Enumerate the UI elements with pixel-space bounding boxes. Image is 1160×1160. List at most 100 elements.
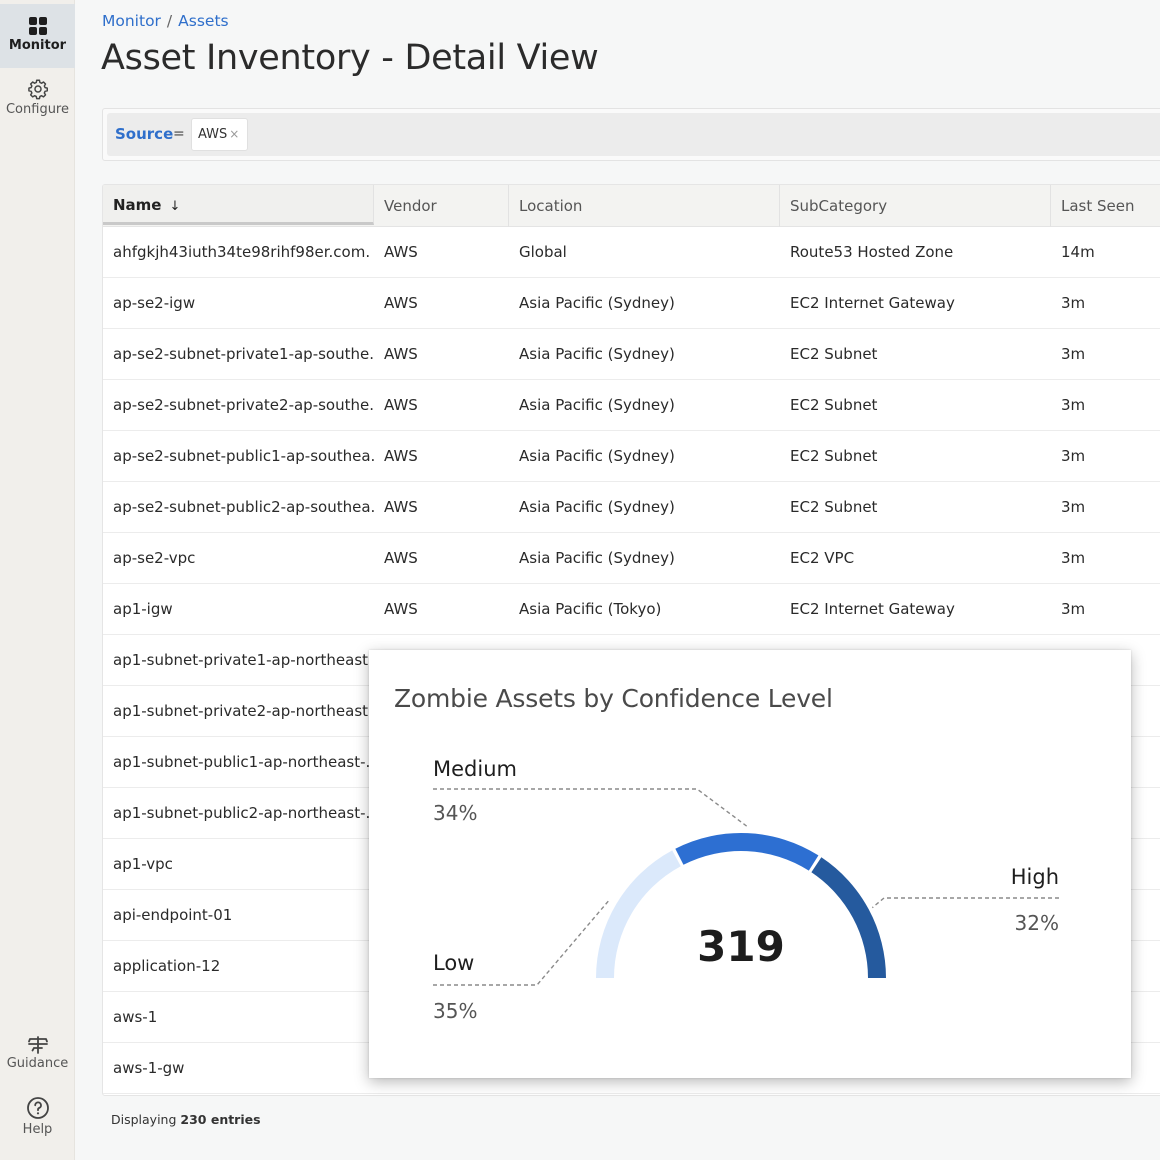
cell-name: ap1-igw bbox=[113, 600, 173, 618]
cell-location: Asia Pacific (Sydney) bbox=[519, 345, 675, 363]
cell-location: Asia Pacific (Tokyo) bbox=[519, 600, 662, 618]
cell-subcategory: Route53 Hosted Zone bbox=[790, 243, 954, 261]
column-header-label: Vendor bbox=[384, 197, 437, 215]
table-row[interactable]: ap-se2-subnet-private1-ap-southe... AWS As… bbox=[103, 329, 1160, 380]
cell-subcategory: EC2 Subnet bbox=[790, 498, 878, 516]
help-circle-icon bbox=[26, 1097, 49, 1119]
legend-label-high: High bbox=[1011, 865, 1059, 889]
cell-location: Asia Pacific (Sydney) bbox=[519, 549, 675, 567]
sidebar-item-label: Monitor bbox=[8, 38, 67, 53]
gear-icon bbox=[27, 79, 48, 100]
filter-container: Source = AWS × bbox=[102, 108, 1160, 161]
cell-location: Asia Pacific (Sydney) bbox=[519, 294, 675, 312]
cell-name: aws-1 bbox=[113, 1008, 158, 1026]
column-header-label: Last Seen bbox=[1061, 197, 1135, 215]
cell-vendor: AWS bbox=[384, 294, 418, 312]
zombie-assets-chart-card: Zombie Assets by Confidence Level Low 35%… bbox=[369, 650, 1131, 1078]
column-header-location[interactable]: Location bbox=[509, 185, 780, 227]
table-row[interactable]: ap1-igw AWS Asia Pacific (Tokyo) EC2 Intern… bbox=[103, 584, 1160, 635]
breadcrumb-link-assets[interactable]: Assets bbox=[178, 12, 228, 30]
footer-prefix: Displaying bbox=[111, 1112, 177, 1127]
cell-last-seen: 3m bbox=[1061, 294, 1086, 312]
grid-icon bbox=[28, 17, 47, 35]
table-row[interactable]: ahfgkjh43iuth34te98rihf98er.com. AWS Globa… bbox=[103, 227, 1160, 278]
cell-name: ap-se2-subnet-public1-ap-southea... bbox=[113, 447, 375, 465]
cell-vendor: AWS bbox=[384, 396, 418, 414]
cell-location: Global bbox=[519, 243, 567, 261]
filter-operator: = bbox=[173, 126, 185, 142]
data-label-high: 32% bbox=[1015, 911, 1059, 935]
cell-last-seen: 3m bbox=[1061, 396, 1086, 414]
cell-name: aws-1-gw bbox=[113, 1059, 185, 1077]
sidebar-item-label: Configure bbox=[5, 102, 69, 117]
column-header-name[interactable]: Name ↓ bbox=[103, 185, 374, 225]
callout-line-medium bbox=[433, 788, 749, 828]
sidebar-item-help[interactable]: Help bbox=[0, 1096, 75, 1142]
table-row[interactable]: ap-se2-vpc AWS Asia Pacific (Sydney) EC2 VP… bbox=[103, 533, 1160, 584]
cell-name: ap-se2-subnet-public2-ap-southea... bbox=[113, 498, 375, 516]
gauge-segment-high[interactable] bbox=[811, 857, 886, 978]
gauge-total-value: 319 bbox=[697, 922, 785, 971]
sidebar-item-monitor[interactable]: Monitor bbox=[0, 4, 75, 68]
breadcrumb-link-monitor[interactable]: Monitor bbox=[102, 12, 161, 30]
column-header-vendor[interactable]: Vendor bbox=[374, 185, 509, 227]
cell-name: ap-se2-subnet-private2-ap-southe... bbox=[113, 396, 375, 414]
cell-subcategory: EC2 Subnet bbox=[790, 396, 878, 414]
cell-name: ap1-subnet-private2-ap-northeast... bbox=[113, 702, 375, 720]
table-row[interactable]: ap-se2-subnet-private2-ap-southe... AWS As… bbox=[103, 380, 1160, 431]
data-label-medium: 34% bbox=[433, 801, 477, 825]
table-row[interactable]: ap-se2-subnet-public1-ap-southea... AWS As… bbox=[103, 431, 1160, 482]
page-title: Asset Inventory - Detail View bbox=[101, 38, 599, 78]
cell-vendor: AWS bbox=[384, 345, 418, 363]
sidebar: Monitor Configure Guidance Help bbox=[0, 0, 75, 1160]
column-header-subcategory[interactable]: SubCategory bbox=[780, 185, 1051, 227]
cell-vendor: AWS bbox=[384, 549, 418, 567]
legend-label-low: Low bbox=[433, 951, 474, 975]
cell-subcategory: EC2 Subnet bbox=[790, 447, 878, 465]
column-header-label: Location bbox=[519, 197, 583, 215]
table-row[interactable]: ap-se2-subnet-public2-ap-southea... AWS As… bbox=[103, 482, 1160, 533]
cell-name: ap1-subnet-public1-ap-northeast-... bbox=[113, 753, 375, 771]
remove-filter-icon[interactable]: × bbox=[229, 127, 239, 141]
gauge-chart: Low 35% Medium 34% High 32% 319 bbox=[433, 757, 1059, 1023]
filter-value: AWS bbox=[198, 127, 228, 142]
cell-name: application-12 bbox=[113, 957, 221, 975]
cell-subcategory: EC2 Subnet bbox=[790, 345, 878, 363]
cell-last-seen: 14m bbox=[1061, 243, 1095, 261]
cell-last-seen: 3m bbox=[1061, 600, 1086, 618]
cell-subcategory: EC2 Internet Gateway bbox=[790, 600, 955, 618]
sidebar-item-label: Guidance bbox=[6, 1056, 69, 1071]
cell-last-seen: 3m bbox=[1061, 549, 1086, 567]
breadcrumb: Monitor / Assets bbox=[102, 12, 229, 30]
filter-key[interactable]: Source bbox=[115, 125, 173, 143]
sort-down-icon[interactable]: ↓ bbox=[169, 199, 180, 214]
sidebar-item-label: Help bbox=[22, 1122, 53, 1137]
cell-name: ap-se2-subnet-private1-ap-southe... bbox=[113, 345, 375, 363]
column-header-last-seen[interactable]: Last Seen bbox=[1051, 185, 1160, 227]
gauge-segment-low[interactable] bbox=[596, 850, 681, 978]
signpost-icon bbox=[27, 1036, 48, 1054]
breadcrumb-separator: / bbox=[166, 12, 173, 30]
callout-line-high bbox=[871, 897, 1059, 909]
filter-chip[interactable]: AWS × bbox=[191, 118, 249, 151]
sidebar-item-guidance[interactable]: Guidance bbox=[0, 1036, 75, 1080]
cell-name: ap1-subnet-private1-ap-northeast... bbox=[113, 651, 375, 669]
cell-location: Asia Pacific (Sydney) bbox=[519, 498, 675, 516]
column-header-label: SubCategory bbox=[790, 197, 888, 215]
cell-name: ap-se2-vpc bbox=[113, 549, 196, 567]
sidebar-item-configure[interactable]: Configure bbox=[0, 78, 75, 128]
table-row[interactable]: ap-se2-igw AWS Asia Pacific (Sydney) EC2 In… bbox=[103, 278, 1160, 329]
cell-name: ap1-subnet-public2-ap-northeast-... bbox=[113, 804, 375, 822]
filter-bar[interactable]: Source = AWS × bbox=[107, 113, 1160, 156]
cell-vendor: AWS bbox=[384, 243, 418, 261]
cell-vendor: AWS bbox=[384, 600, 418, 618]
data-label-low: 35% bbox=[433, 999, 477, 1023]
cell-name: ap-se2-igw bbox=[113, 294, 196, 312]
table-header: Name ↓ Vendor Location SubCategory Last S… bbox=[103, 185, 1160, 227]
gauge-segment-medium[interactable] bbox=[675, 833, 819, 871]
cell-subcategory: EC2 VPC bbox=[790, 549, 855, 567]
legend-label-medium: Medium bbox=[433, 757, 517, 781]
cell-name: api-endpoint-01 bbox=[113, 906, 233, 924]
cell-last-seen: 3m bbox=[1061, 498, 1086, 516]
cell-vendor: AWS bbox=[384, 447, 418, 465]
